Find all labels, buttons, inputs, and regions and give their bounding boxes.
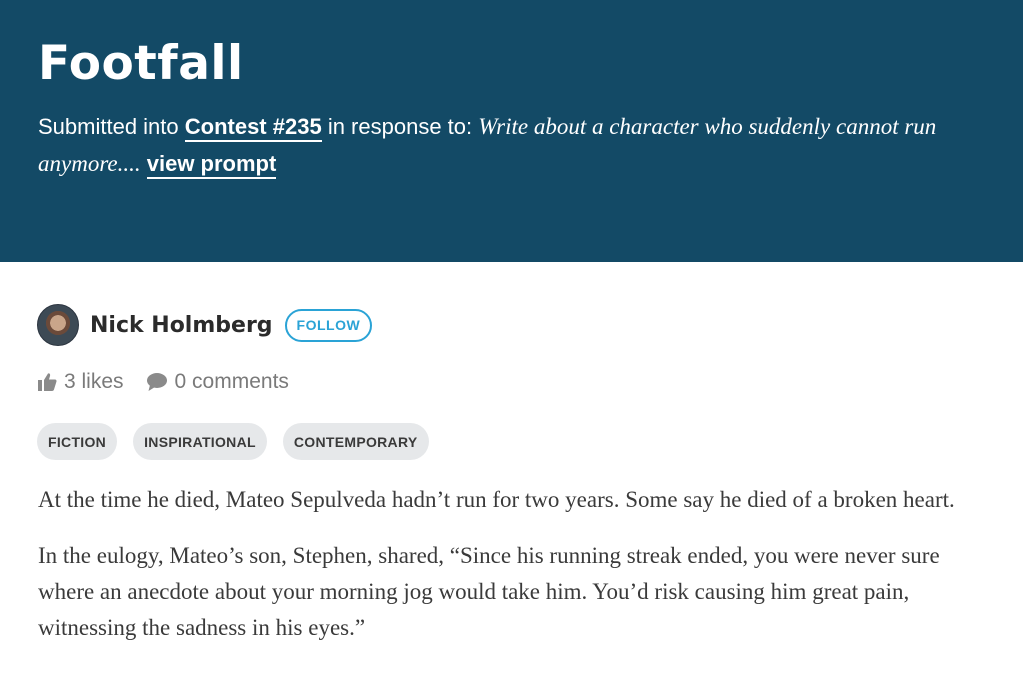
contest-link[interactable]: Contest #235 bbox=[184, 114, 322, 142]
follow-button[interactable]: FOLLOW bbox=[284, 308, 373, 342]
story-header: Footfall Submitted into Contest #235 in … bbox=[0, 0, 1023, 262]
tag-contemporary[interactable]: CONTEMPORARY bbox=[282, 423, 429, 460]
comments-count: 0 comments bbox=[174, 370, 289, 393]
author-name[interactable]: Nick Holmberg bbox=[90, 313, 273, 338]
likes-count: 3 likes bbox=[64, 370, 124, 393]
response-text: in response to: bbox=[321, 114, 479, 139]
submission-info: Submitted into Contest #235 in response … bbox=[38, 108, 978, 182]
comment-icon bbox=[146, 373, 167, 391]
submitted-prefix: Submitted into bbox=[38, 114, 185, 139]
genre-tags: FICTION INSPIRATIONAL CONTEMPORARY bbox=[37, 423, 445, 460]
thumbs-up-icon bbox=[38, 373, 57, 391]
story-paragraph: At the time he died, Mateo Sepulveda had… bbox=[38, 487, 955, 512]
comments-stat[interactable]: 0 comments bbox=[146, 370, 289, 394]
author-row: Nick Holmberg FOLLOW bbox=[37, 304, 373, 346]
story-body: At the time he died, Mateo Sepulveda had… bbox=[38, 482, 988, 666]
likes-stat[interactable]: 3 likes bbox=[37, 370, 124, 394]
story-title: Footfall bbox=[38, 36, 244, 91]
view-prompt-link[interactable]: view prompt bbox=[146, 151, 277, 179]
story-stats: 3 likes 0 comments bbox=[37, 370, 289, 394]
story-paragraph: In the eulogy, Mateo’s son, Stephen, sha… bbox=[38, 543, 940, 640]
avatar[interactable] bbox=[37, 304, 79, 346]
tag-fiction[interactable]: FICTION bbox=[37, 423, 118, 460]
tag-inspirational[interactable]: INSPIRATIONAL bbox=[133, 423, 267, 460]
